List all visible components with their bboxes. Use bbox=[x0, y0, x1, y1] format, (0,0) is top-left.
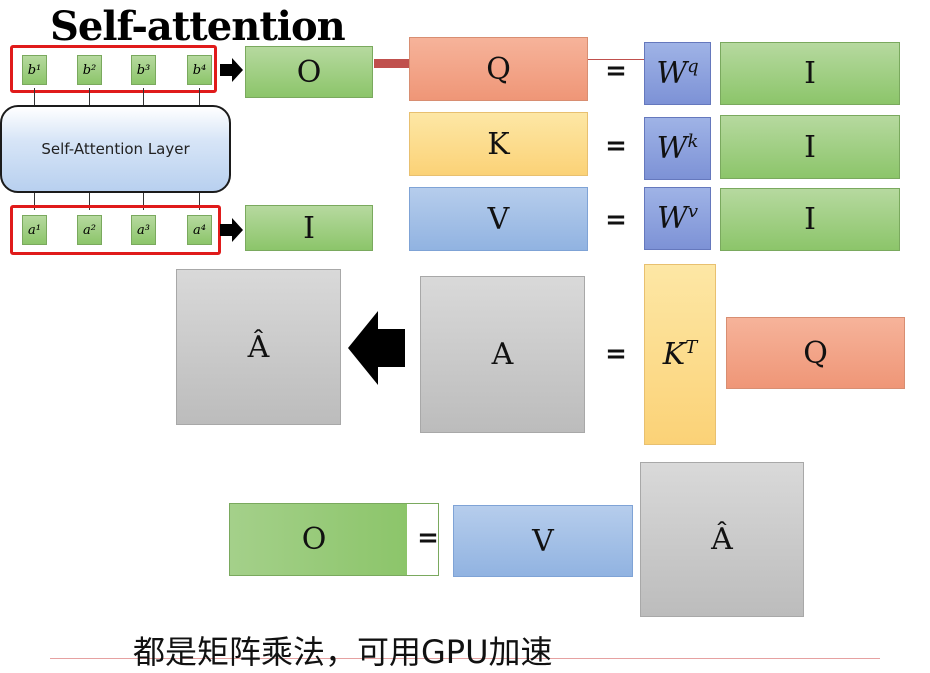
input-vector-a1: a¹ bbox=[22, 215, 47, 245]
query-matrix-q: Q bbox=[409, 37, 588, 101]
equals-sign: = bbox=[605, 56, 627, 86]
output-vector-b2: b² bbox=[77, 55, 102, 85]
weight-matrix-wk: Wk bbox=[644, 117, 711, 180]
input-vector-a4: a⁴ bbox=[187, 215, 212, 245]
key-transpose-matrix: KT bbox=[644, 264, 716, 445]
weight-matrix-wv: Wv bbox=[644, 187, 711, 250]
arrow-right-icon bbox=[220, 58, 243, 82]
connector-line bbox=[374, 59, 410, 68]
connector bbox=[89, 88, 90, 106]
equals-sign: = bbox=[605, 131, 627, 161]
output-matrix-o: O bbox=[229, 503, 439, 576]
normalized-attention-matrix: Â bbox=[640, 462, 804, 617]
value-matrix-v: V bbox=[409, 187, 588, 251]
output-vector-b4: b⁴ bbox=[187, 55, 212, 85]
connector bbox=[143, 88, 144, 106]
output-vector-b3: b³ bbox=[131, 55, 156, 85]
input-matrix-i: I bbox=[720, 42, 900, 105]
output-matrix-o: O bbox=[245, 46, 373, 98]
key-matrix-k: K bbox=[409, 112, 588, 176]
note-text: 都是矩阵乘法，可用GPU加速 bbox=[133, 633, 553, 671]
arrow-right-icon bbox=[220, 218, 243, 242]
normalized-attention-matrix: Â bbox=[176, 269, 341, 425]
arrow-left-icon bbox=[348, 311, 405, 385]
output-vector-b1: b¹ bbox=[22, 55, 47, 85]
equals-sign: = bbox=[605, 339, 627, 369]
connector bbox=[34, 88, 35, 106]
self-attention-layer: Self-Attention Layer bbox=[0, 105, 231, 193]
equals-sign: = bbox=[605, 205, 627, 235]
connector bbox=[199, 88, 200, 106]
input-vector-a2: a² bbox=[77, 215, 102, 245]
attention-matrix-a: A bbox=[420, 276, 585, 433]
input-matrix-i: I bbox=[720, 115, 900, 179]
input-matrix-i: I bbox=[245, 205, 373, 251]
equals-sign: = bbox=[417, 523, 439, 553]
query-matrix-q: Q bbox=[726, 317, 905, 389]
input-matrix-i: I bbox=[720, 188, 900, 251]
weight-matrix-wq: Wq bbox=[644, 42, 711, 105]
value-matrix-v: V bbox=[453, 505, 633, 577]
input-vector-a3: a³ bbox=[131, 215, 156, 245]
